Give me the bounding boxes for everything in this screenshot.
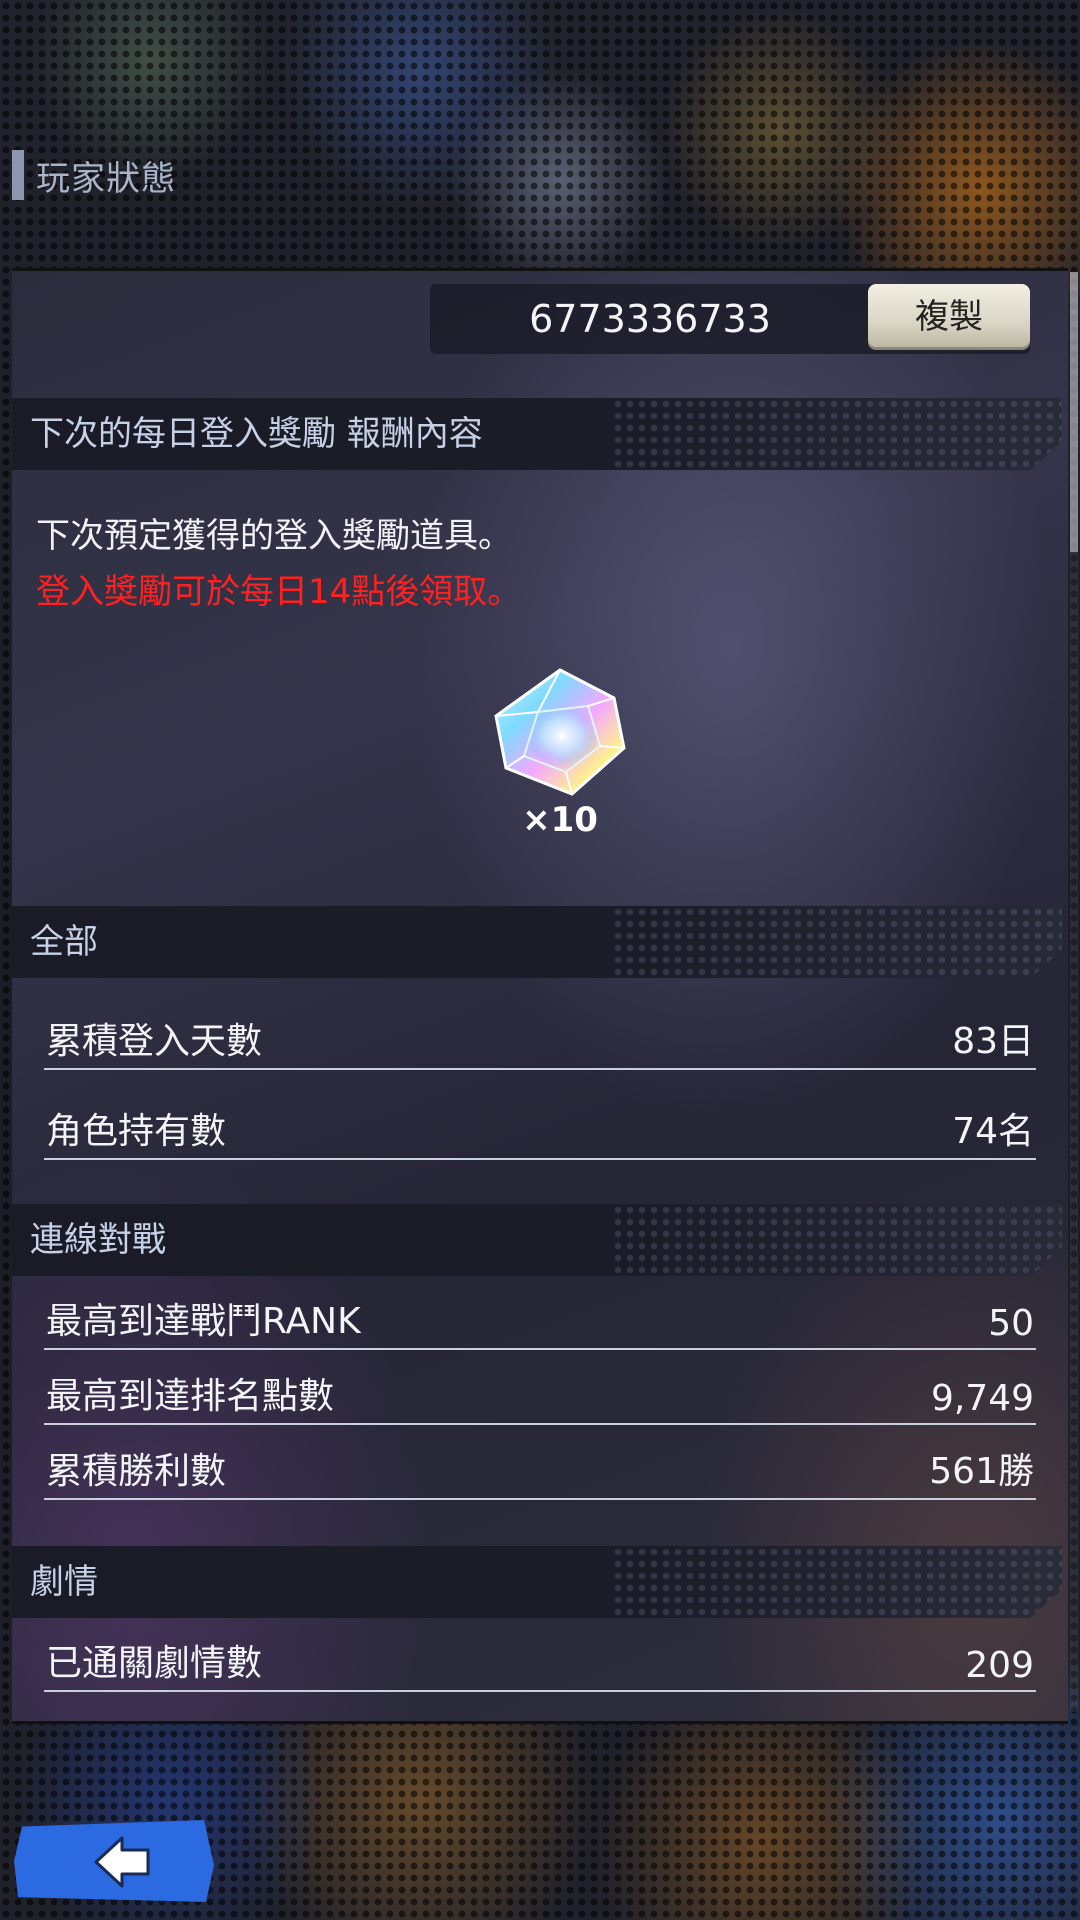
player-id: 6773336733 (529, 297, 771, 341)
stat-label: 角色持有數 (46, 1111, 227, 1152)
header-dot-texture (612, 1204, 1062, 1276)
stat-row-total-wins: 累積勝利數 561勝 (44, 1442, 1036, 1500)
stat-label: 已通關劇情數 (46, 1643, 263, 1684)
section-title: 下次的每日登入獎勵 報酬內容 (30, 414, 483, 454)
stat-row-stories-cleared: 已通關劇情數 209 (44, 1634, 1036, 1692)
copy-button[interactable]: 複製 (868, 284, 1030, 350)
stat-value: 9,749 (930, 1378, 1034, 1419)
login-bonus-description: 下次預定獲得的登入獎勵道具。 (36, 516, 512, 556)
section-header-login-bonus: 下次的每日登入獎勵 報酬內容 (12, 398, 1062, 470)
header-dot-texture (612, 398, 1062, 470)
section-header-overall: 全部 (12, 906, 1062, 978)
login-bonus-notice: 登入獎勵可於每日14點後領取。 (36, 572, 522, 612)
section-title: 全部 (30, 922, 98, 962)
stat-row-highest-rank: 最高到達戰鬥RANK 50 (44, 1292, 1036, 1350)
stat-value: 74名 (952, 1111, 1034, 1152)
stat-value: 83日 (952, 1021, 1034, 1062)
header-dot-texture (612, 906, 1062, 978)
stat-label: 累積勝利數 (46, 1451, 227, 1492)
back-arrow-icon[interactable] (92, 1834, 152, 1890)
section-title: 劇情 (30, 1562, 98, 1602)
section-header-story: 劇情 (12, 1546, 1062, 1618)
page-title: 玩家狀態 (36, 158, 176, 199)
stat-row-character-count: 角色持有數 74名 (44, 1102, 1036, 1160)
section-title: 連線對戰 (30, 1220, 166, 1260)
stat-row-login-days: 累積登入天數 83日 (44, 1012, 1036, 1070)
stat-label: 累積登入天數 (46, 1021, 263, 1062)
gem-count: ×10 (522, 800, 598, 840)
page-header: 玩家狀態 (12, 150, 176, 200)
status-panel[interactable] (12, 268, 1068, 1724)
stat-value: 209 (965, 1645, 1034, 1686)
header-dot-texture (612, 1546, 1062, 1618)
rainbow-gem-icon (494, 668, 626, 796)
stat-value: 561勝 (929, 1451, 1034, 1492)
stat-label: 最高到達戰鬥RANK (46, 1301, 361, 1342)
section-header-online-battle: 連線對戰 (12, 1204, 1062, 1276)
stat-row-highest-points: 最高到達排名點數 9,749 (44, 1367, 1036, 1425)
stat-value: 50 (988, 1303, 1034, 1344)
stat-label: 最高到達排名點數 (46, 1376, 335, 1417)
scrollbar-thumb[interactable] (1070, 272, 1078, 552)
header-accent-bar (12, 150, 24, 200)
scrollbar[interactable] (1070, 272, 1078, 1712)
